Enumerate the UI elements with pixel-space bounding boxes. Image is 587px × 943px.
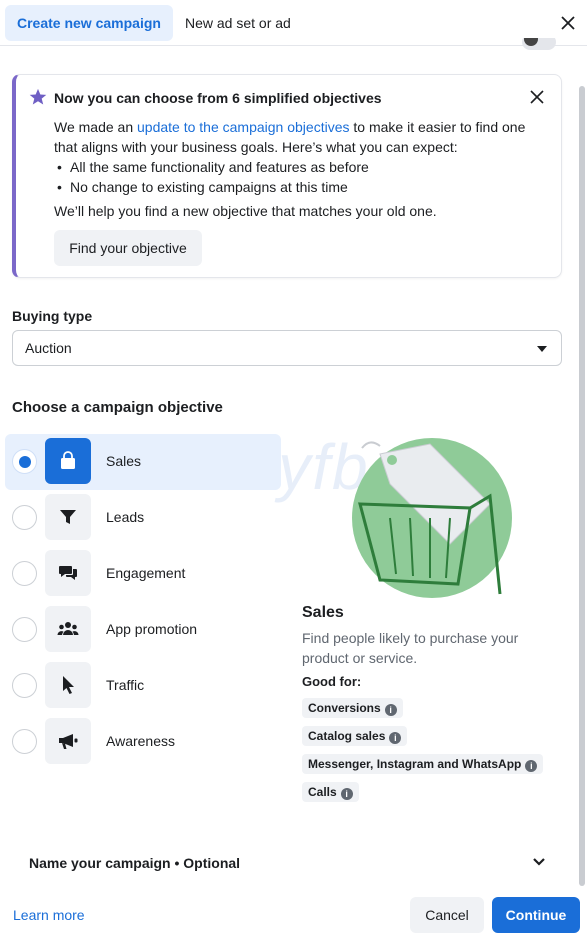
cursor-icon [45, 662, 91, 708]
star-icon [29, 88, 47, 105]
objectives-notice-card: Now you can choose from 6 simplified obj… [12, 74, 562, 278]
radio[interactable] [12, 729, 37, 754]
cancel-button[interactable]: Cancel [410, 897, 484, 933]
list-item: All the same functionality and features … [54, 157, 544, 177]
objective-app-promotion[interactable]: App promotion [5, 602, 281, 658]
info-icon[interactable]: i [389, 732, 402, 744]
objective-label: Traffic [106, 677, 145, 693]
radio[interactable] [12, 561, 37, 586]
objective-label: App promotion [106, 621, 198, 637]
objective-label: Engagement [106, 565, 186, 581]
objective-engagement[interactable]: Engagement [5, 546, 281, 602]
objective-detail-title: Sales [302, 604, 344, 621]
sales-illustration [352, 438, 512, 598]
close-icon[interactable] [529, 89, 545, 105]
buying-type-value: Auction [25, 340, 72, 356]
shopping-bag-icon [45, 438, 91, 484]
objective-awareness[interactable]: Awareness [5, 714, 281, 770]
notice-title: Now you can choose from 6 simplified obj… [54, 90, 382, 106]
objective-list: Sales Leads Engagement App promotion Tra… [5, 434, 281, 770]
notice-bullets: All the same functionality and features … [54, 157, 544, 197]
name-campaign-label: Name your campaign • Optional [29, 855, 241, 871]
info-icon[interactable]: i [340, 788, 353, 800]
chip: Catalog sales i [302, 726, 562, 746]
notice-help-text: We’ll help you find a new objective that… [54, 203, 437, 219]
people-icon [45, 606, 91, 652]
megaphone-icon [45, 718, 91, 764]
radio-selected[interactable] [12, 449, 37, 474]
objective-traffic[interactable]: Traffic [5, 658, 281, 714]
partial-toggle [496, 38, 560, 52]
scrollbar[interactable] [579, 86, 585, 886]
chip: Conversions i [302, 698, 562, 718]
tab-create-new-campaign[interactable]: Create new campaign [5, 5, 173, 41]
name-campaign-expander[interactable]: Name your campaign • Optional [12, 845, 562, 881]
chip-label: Conversions [308, 701, 381, 715]
info-icon[interactable]: i [384, 704, 397, 716]
radio[interactable] [12, 673, 37, 698]
list-item: No change to existing campaigns at this … [54, 177, 544, 197]
filter-icon [45, 494, 91, 540]
objective-detail-description: Find people likely to purchase your prod… [302, 630, 519, 666]
chip: Messenger, Instagram and WhatsApp i [302, 754, 562, 774]
toggle-switch [522, 38, 556, 50]
good-for-chips: Conversions i Catalog sales i Messenger, I… [302, 698, 562, 810]
update-objectives-link[interactable]: update to the campaign objectives [137, 119, 349, 135]
good-for-label: Good for: [302, 674, 362, 689]
objective-label: Awareness [106, 733, 176, 749]
objective-label: Sales [106, 453, 142, 469]
notice-body: We made an update to the campaign object… [54, 117, 544, 197]
objective-sales[interactable]: Sales [5, 434, 281, 490]
radio[interactable] [12, 617, 37, 642]
info-icon[interactable]: i [525, 760, 538, 772]
close-icon[interactable] [557, 12, 579, 34]
continue-button[interactable]: Continue [492, 897, 580, 933]
objective-leads[interactable]: Leads [5, 490, 281, 546]
radio[interactable] [12, 505, 37, 530]
chip: Calls i [302, 782, 562, 802]
buying-type-label: Buying type [12, 308, 93, 324]
chip-label: Catalog sales [308, 729, 386, 743]
chip-label: Messenger, Instagram and WhatsApp [308, 757, 522, 771]
buying-type-select[interactable]: Auction [12, 330, 562, 366]
caret-down-icon [537, 346, 547, 352]
chip-label: Calls [308, 785, 337, 799]
objective-label: Leads [106, 509, 145, 525]
chat-bubbles-icon [45, 550, 91, 596]
tab-new-ad-set-or-ad[interactable]: New ad set or ad [173, 5, 303, 41]
objective-heading: Choose a campaign objective [12, 399, 223, 416]
chevron-down-icon [533, 858, 545, 866]
find-your-objective-button[interactable]: Find your objective [54, 230, 202, 266]
learn-more-link[interactable]: Learn more [13, 907, 85, 923]
notice-body-text: We made an [54, 119, 138, 135]
dialog-footer: Learn more Cancel Continue [0, 888, 587, 943]
